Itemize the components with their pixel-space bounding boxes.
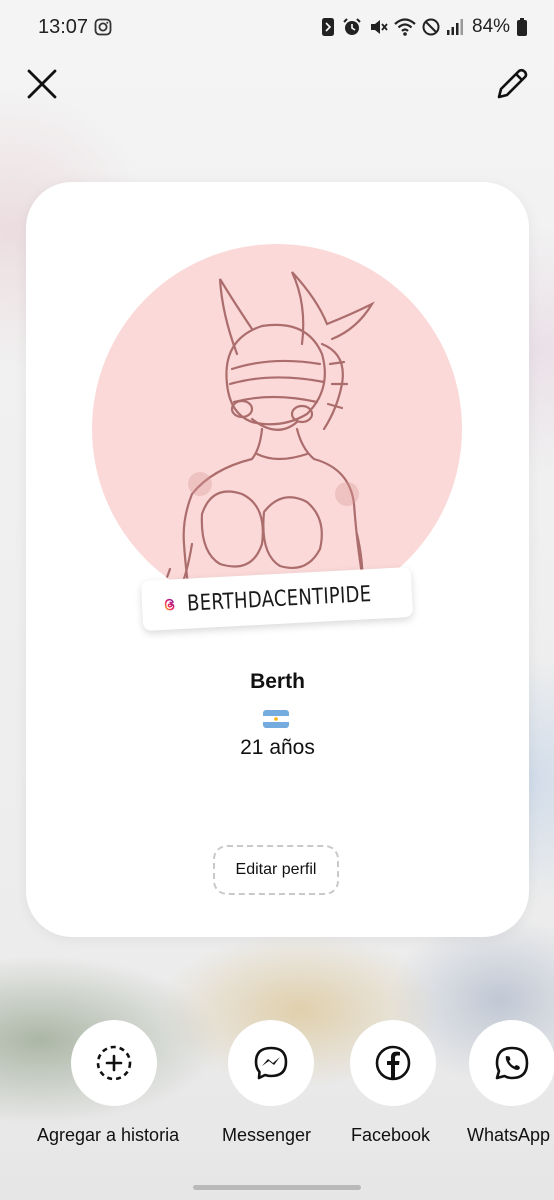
profile-avatar <box>92 244 462 614</box>
edit-button[interactable] <box>490 62 534 106</box>
share-label: Messenger <box>222 1125 312 1145</box>
share-label: Facebook <box>351 1125 431 1145</box>
messenger-button[interactable] <box>228 1020 314 1106</box>
status-icons: 84% <box>320 16 528 38</box>
facebook-button[interactable] <box>350 1020 436 1106</box>
battery-level: 84% <box>472 16 511 37</box>
wifi-icon <box>394 18 416 36</box>
home-indicator[interactable] <box>193 1185 361 1190</box>
alarm-icon <box>343 18 361 35</box>
edit-profile-button[interactable]: Editar perfil <box>213 845 339 895</box>
avatar-illustration <box>140 271 399 614</box>
argentina-flag <box>263 710 289 728</box>
battery-icon <box>517 18 528 36</box>
instagram-icon <box>94 18 112 36</box>
signal-icon <box>447 19 463 35</box>
messenger-icon <box>254 1046 288 1080</box>
close-icon <box>27 69 57 99</box>
do-not-disturb-icon <box>422 18 440 36</box>
share-targets: Agregar a historia Messenger Facebook Wh… <box>0 1020 554 1150</box>
add-story-button[interactable] <box>71 1020 157 1106</box>
profile-card: BERTHDACENTIPIDE Berth 21 años Editar pe… <box>26 182 529 937</box>
nfc-icon <box>322 18 334 36</box>
threads-icon <box>164 598 175 611</box>
bio-text: 21 años <box>240 736 315 759</box>
status-time: 13:07 <box>38 16 89 38</box>
mute-icon <box>371 20 388 34</box>
username: BERTHDACENTIPIDE <box>186 581 373 617</box>
whatsapp-button[interactable] <box>469 1020 554 1106</box>
display-name: Berth <box>250 670 305 693</box>
share-label: WhatsApp <box>467 1125 551 1145</box>
status-bar: 13:07 84% <box>0 0 554 56</box>
whatsapp-icon <box>495 1046 529 1080</box>
pencil-icon <box>497 68 528 99</box>
add-story-icon <box>96 1045 132 1081</box>
facebook-icon <box>375 1045 411 1081</box>
share-label: Agregar a historia <box>37 1125 180 1145</box>
close-button[interactable] <box>20 62 64 106</box>
